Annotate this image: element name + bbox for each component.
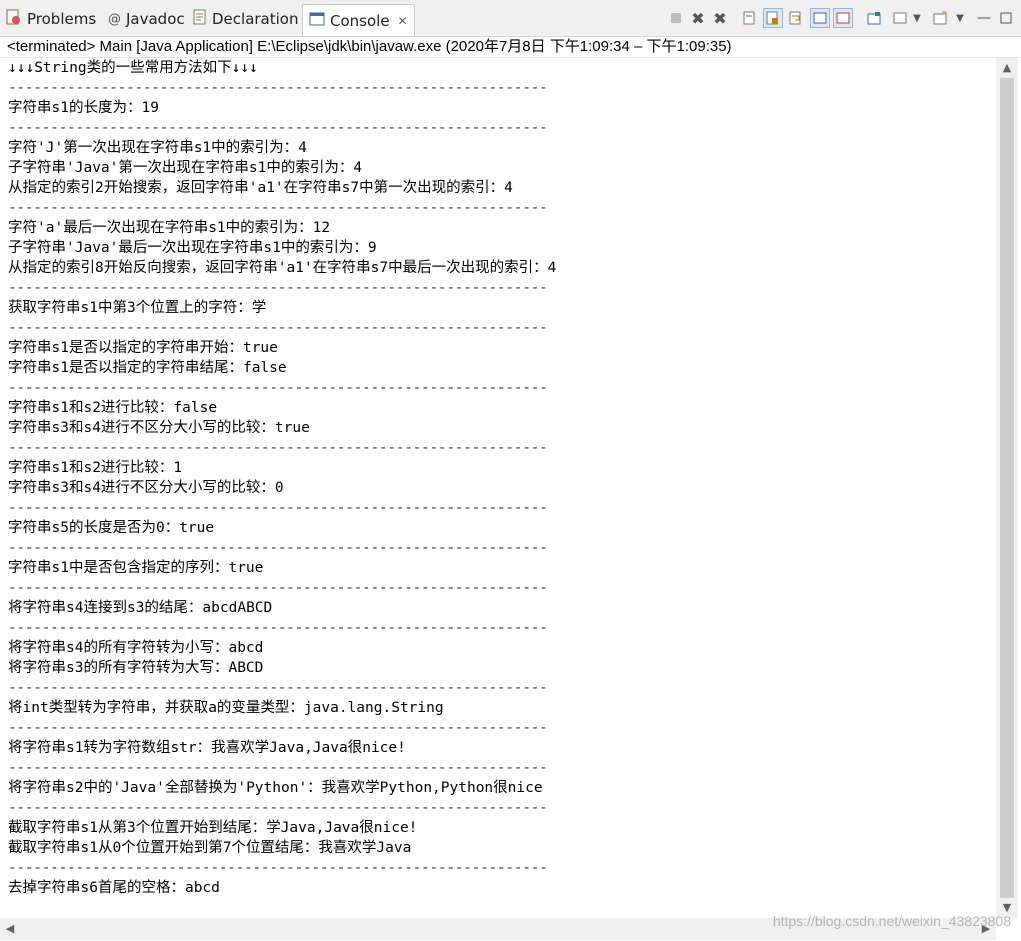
remove-launch-icon[interactable]: ✖ — [688, 8, 708, 28]
console-line: 字符串s1是否以指定的字符串开始：true — [8, 340, 278, 356]
launch-status: <terminated> Main [Java Application] E:\… — [0, 36, 1021, 58]
console-line: 从指定的索引8开始反向搜索，返回字符串'a1'在字符串s7中最后一次出现的索引：… — [8, 260, 557, 276]
console-separator: ----------------------------------------… — [8, 760, 548, 776]
console-line: 字符串s1中是否包含指定的序列：true — [8, 560, 264, 576]
tab-label: Console — [330, 11, 390, 30]
console-line: 子字符串'Java'最后一次出现在字符串s1中的索引为：9 — [8, 240, 377, 256]
vertical-scrollbar[interactable]: ▲ ▼ — [996, 58, 1018, 918]
view-tab-bar: Problems @ Javadoc Declaration Console ✕… — [0, 0, 1021, 37]
tab-problems[interactable]: Problems — [6, 6, 96, 32]
tab-label: Javadoc — [126, 10, 185, 28]
open-console-icon[interactable] — [930, 8, 950, 28]
console-line: 将int类型转为字符串，并获取a的变量类型：java.lang.String — [8, 700, 444, 716]
console-line: 将字符串s1转为字符数组str：我喜欢学Java,Java很nice! — [8, 740, 406, 756]
scroll-up-icon[interactable]: ▲ — [996, 58, 1018, 78]
remove-all-icon[interactable]: ✖ — [710, 8, 730, 28]
scrollbar-thumb[interactable] — [1000, 78, 1014, 898]
console-line: 将字符串s3的所有字符转为大写：ABCD — [8, 660, 264, 676]
chevron-down-icon[interactable]: ▼ — [907, 8, 927, 28]
console-separator: ----------------------------------------… — [8, 860, 548, 876]
console-line: 将字符串s4连接到s3的结尾：abcdABCD — [8, 600, 273, 616]
console-separator: ----------------------------------------… — [8, 540, 548, 556]
console-separator: ----------------------------------------… — [8, 440, 548, 456]
watermark: https://blog.csdn.net/weixin_43823808 — [772, 913, 1011, 929]
javadoc-icon: @ — [108, 11, 121, 27]
tab-declaration[interactable]: Declaration — [193, 6, 298, 32]
tab-label: Declaration — [212, 10, 299, 28]
console-separator: ----------------------------------------… — [8, 200, 548, 216]
console-line: 字符串s3和s4进行不区分大小写的比较：true — [8, 420, 310, 436]
console-line: 字符串s1和s2进行比较：false — [8, 400, 218, 416]
console-separator: ----------------------------------------… — [8, 580, 548, 596]
console-line: 将字符串s4的所有字符转为小写：abcd — [8, 640, 264, 656]
console-output[interactable]: ↓↓↓String类的一些常用方法如下↓↓↓ ------------------… — [0, 58, 996, 918]
console-line: 将字符串s2中的'Java'全部替换为'Python'：我喜欢学Python,P… — [8, 780, 543, 796]
scroll-lock-icon[interactable] — [763, 8, 783, 28]
show-console-icon[interactable] — [810, 8, 830, 28]
word-wrap-icon[interactable] — [786, 8, 806, 28]
console-line: 字符串s1的长度为：19 — [8, 100, 159, 116]
problems-icon — [6, 9, 22, 29]
tab-javadoc[interactable]: @ Javadoc — [108, 6, 185, 32]
console-separator: ----------------------------------------… — [8, 80, 548, 96]
console-line: 字符串s5的长度是否为0：true — [8, 520, 215, 536]
tab-label: Problems — [27, 10, 97, 28]
clear-console-icon[interactable] — [740, 8, 760, 28]
console-line: 字符串s1和s2进行比较：1 — [8, 460, 183, 476]
console-line: 字符串s3和s4进行不区分大小写的比较：0 — [8, 480, 284, 496]
console-line: 子字符串'Java'第一次出现在字符串s1中的索引为：4 — [8, 160, 363, 176]
console-separator: ----------------------------------------… — [8, 680, 548, 696]
console-line: ↓↓↓String类的一些常用方法如下↓↓↓ — [8, 60, 258, 76]
console-line: 截取字符串s1从0个位置开始到第7个位置结尾：我喜欢学Java — [8, 840, 412, 856]
chevron-down-icon[interactable]: ▼ — [950, 8, 970, 28]
console-separator: ----------------------------------------… — [8, 800, 548, 816]
console-separator: ----------------------------------------… — [8, 320, 548, 336]
console-line: 从指定的索引2开始搜索，返回字符串'a1'在字符串s7中第一次出现的索引：4 — [8, 180, 513, 196]
tab-console[interactable]: Console ✕ — [302, 4, 415, 36]
close-icon[interactable]: ✕ — [398, 14, 408, 28]
scroll-left-icon[interactable]: ◀ — [0, 918, 20, 940]
display-selected-console-icon[interactable] — [833, 8, 853, 28]
console-line: 字符'a'最后一次出现在字符串s1中的索引为：12 — [8, 220, 331, 236]
declaration-icon — [193, 9, 207, 29]
maximize-icon[interactable] — [996, 8, 1016, 28]
console-separator: ----------------------------------------… — [8, 120, 548, 136]
console-separator: ----------------------------------------… — [8, 280, 548, 296]
console-icon — [309, 12, 325, 30]
console-separator: ----------------------------------------… — [8, 620, 548, 636]
console-line: 获取字符串s1中第3个位置上的字符：学 — [8, 300, 267, 316]
minimize-icon[interactable]: — — [974, 8, 994, 28]
console-line: 去掉字符串s6首尾的空格：abcd — [8, 880, 220, 896]
console-line: 字符'J'第一次出现在字符串s1中的索引为：4 — [8, 140, 307, 156]
pin-console-icon[interactable] — [864, 8, 884, 28]
console-line: 字符串s1是否以指定的字符串结尾：false — [8, 360, 287, 376]
console-line: 截取字符串s1从第3个位置开始到结尾：学Java,Java很nice! — [8, 820, 418, 836]
console-separator: ----------------------------------------… — [8, 720, 548, 736]
terminate-icon[interactable] — [666, 8, 686, 28]
console-separator: ----------------------------------------… — [8, 380, 548, 396]
console-separator: ----------------------------------------… — [8, 500, 548, 516]
